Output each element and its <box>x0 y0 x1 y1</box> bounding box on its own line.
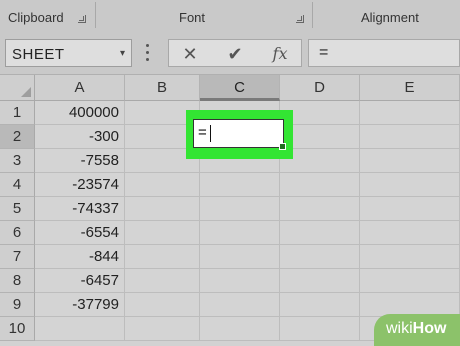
grid-cell-c9[interactable] <box>200 293 280 317</box>
grid-cell-d5[interactable] <box>280 197 360 221</box>
ribbon-group-labels: Clipboard Font Alignment <box>0 0 460 34</box>
fill-handle[interactable] <box>279 143 286 150</box>
grid-cell-e1[interactable] <box>360 101 460 125</box>
grid-cell-c10[interactable] <box>200 317 280 341</box>
grid-cell-b5[interactable] <box>125 197 200 221</box>
grid-cell-e4[interactable] <box>360 173 460 197</box>
name-box[interactable]: SHEET ▾ <box>5 39 132 67</box>
grid-cell-e8[interactable] <box>360 269 460 293</box>
grid-cell-b6[interactable] <box>125 221 200 245</box>
ribbon-divider <box>312 2 313 28</box>
cancel-x-icon[interactable]: ✕ <box>179 43 201 65</box>
grid-cell-d6[interactable] <box>280 221 360 245</box>
watermark-text: wikiHow <box>386 320 447 337</box>
wikihow-watermark: wikiHow <box>374 314 460 346</box>
row-header[interactable]: 8 <box>0 269 35 293</box>
active-cell-highlight: = <box>186 110 293 159</box>
clipboard-launcher-icon[interactable] <box>78 15 86 23</box>
ribbon-label-font: Font <box>179 10 206 25</box>
formula-input-value: = <box>319 44 329 61</box>
formula-bar: SHEET ▾ ✕ ✔ fx = <box>0 34 460 75</box>
grid-cell-b8[interactable] <box>125 269 200 293</box>
grid-cell-d10[interactable] <box>280 317 360 341</box>
row-header[interactable]: 9 <box>0 293 35 317</box>
column-header-c[interactable]: C <box>200 75 280 101</box>
ribbon-group-clipboard: Clipboard <box>0 0 92 34</box>
ribbon-label-clipboard: Clipboard <box>8 10 64 25</box>
row-header[interactable]: 3 <box>0 149 35 173</box>
grid-cell-a9[interactable]: -37799 <box>35 293 125 317</box>
row-header[interactable]: 5 <box>0 197 35 221</box>
row-header[interactable]: 1 <box>0 101 35 125</box>
grid-cell-a4[interactable]: -23574 <box>35 173 125 197</box>
row-header[interactable]: 2 <box>0 125 35 149</box>
grid-cell-a7[interactable]: -844 <box>35 245 125 269</box>
grid-cell-e7[interactable] <box>360 245 460 269</box>
ribbon-group-alignment: Alignment <box>315 0 460 34</box>
grid-cell-e6[interactable] <box>360 221 460 245</box>
row-header[interactable]: 4 <box>0 173 35 197</box>
grid-cell-a8[interactable]: -6457 <box>35 269 125 293</box>
grid-cell-a1[interactable]: 400000 <box>35 101 125 125</box>
insert-function-fx-icon[interactable]: fx <box>269 43 291 65</box>
grid-cell-d9[interactable] <box>280 293 360 317</box>
row-header[interactable]: 10 <box>0 317 35 341</box>
grid-cell-a6[interactable]: -6554 <box>35 221 125 245</box>
ribbon-group-font: Font <box>98 0 308 34</box>
grid-cell-a2[interactable]: -300 <box>35 125 125 149</box>
formula-input[interactable]: = <box>308 39 460 67</box>
enter-check-icon[interactable]: ✔ <box>224 43 246 65</box>
grid-cell-c8[interactable] <box>200 269 280 293</box>
ribbon-divider <box>95 2 96 28</box>
grid-cell-c6[interactable] <box>200 221 280 245</box>
active-cell-value: = <box>198 124 207 141</box>
grid-cell-e3[interactable] <box>360 149 460 173</box>
select-all-corner[interactable] <box>0 75 35 101</box>
grid-cell-b7[interactable] <box>125 245 200 269</box>
grid-cell-c7[interactable] <box>200 245 280 269</box>
grid-cell-d7[interactable] <box>280 245 360 269</box>
column-header-d[interactable]: D <box>280 75 360 101</box>
column-header-a[interactable]: A <box>35 75 125 101</box>
formula-buttons: ✕ ✔ fx <box>168 39 302 67</box>
grid-cell-e2[interactable] <box>360 125 460 149</box>
grid-cell-b4[interactable] <box>125 173 200 197</box>
grid-cell-d4[interactable] <box>280 173 360 197</box>
row-header[interactable]: 7 <box>0 245 35 269</box>
grid-cell-a3[interactable]: -7558 <box>35 149 125 173</box>
grid-cell-b10[interactable] <box>125 317 200 341</box>
column-header-e[interactable]: E <box>360 75 460 101</box>
grid-cell-d8[interactable] <box>280 269 360 293</box>
text-cursor <box>210 125 211 142</box>
grip-dots-icon <box>146 44 150 62</box>
grid-cell-e5[interactable] <box>360 197 460 221</box>
grid-cell-b9[interactable] <box>125 293 200 317</box>
row-header[interactable]: 6 <box>0 221 35 245</box>
grid-cell-a10[interactable] <box>35 317 125 341</box>
grid-cell-c4[interactable] <box>200 173 280 197</box>
font-launcher-icon[interactable] <box>296 15 304 23</box>
ribbon-label-alignment: Alignment <box>361 10 419 25</box>
column-header-b[interactable]: B <box>125 75 200 101</box>
chevron-down-icon[interactable]: ▾ <box>120 48 125 59</box>
name-box-value: SHEET <box>12 46 65 63</box>
grid-cell-c5[interactable] <box>200 197 280 221</box>
active-cell-editor[interactable]: = <box>193 119 286 150</box>
grid-cell-a5[interactable]: -74337 <box>35 197 125 221</box>
